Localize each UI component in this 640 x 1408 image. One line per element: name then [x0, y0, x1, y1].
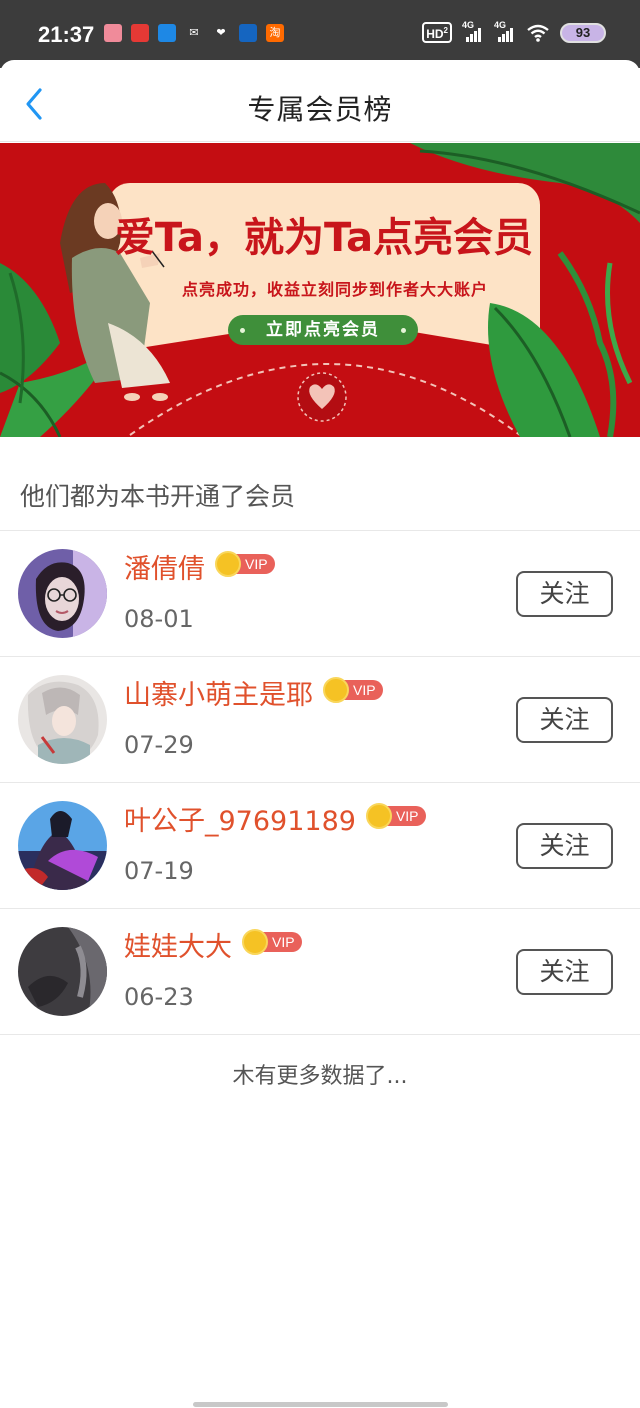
member-name-row: 山寨小萌主是耶 VIP	[124, 677, 383, 713]
app-2-icon	[131, 24, 149, 42]
light-up-vip-button[interactable]: 立即点亮会员	[228, 315, 418, 345]
member-date: 07-19	[124, 857, 194, 885]
section-title: 他们都为本书开通了会员	[20, 482, 296, 511]
member-name[interactable]: 娃娃大大	[124, 931, 232, 965]
member-row[interactable]: 山寨小萌主是耶 VIP 07-29 关注	[0, 657, 640, 783]
vip-badge: VIP	[323, 677, 383, 703]
heart-icon: ❤	[216, 26, 226, 39]
status-bar: 21:37 ✉ ❤ 淘 HD2 4G 4G 93	[0, 0, 640, 68]
vip-promo-banner[interactable]: 爱Ta，就为Ta点亮会员 点亮成功，收益立刻同步到作者大大账户 立即点亮会员	[0, 143, 640, 437]
divider	[0, 1034, 640, 1035]
vip-badge: VIP	[215, 551, 275, 577]
banner-title: 爱Ta，就为Ta点亮会员	[114, 215, 534, 261]
banner-subtitle: 点亮成功，收益立刻同步到作者大大账户	[181, 280, 488, 299]
member-row[interactable]: 潘倩倩 VIP 08-01 关注	[0, 531, 640, 657]
member-date: 08-01	[124, 605, 194, 633]
member-name[interactable]: 潘倩倩	[124, 553, 205, 587]
member-name-row: 娃娃大大 VIP	[124, 929, 302, 965]
signal-icon-1: 4G	[462, 20, 484, 42]
hd-icon: HD2	[422, 22, 452, 43]
member-name[interactable]: 叶公子_97691189	[124, 805, 356, 839]
member-name-row: 潘倩倩 VIP	[124, 551, 275, 587]
follow-button[interactable]: 关注	[516, 949, 613, 995]
battery-indicator: 93	[560, 22, 606, 43]
no-more-data-text: 木有更多数据了...	[232, 1064, 408, 1089]
home-indicator[interactable]	[193, 1402, 448, 1407]
vip-badge: VIP	[365, 803, 426, 829]
follow-button[interactable]: 关注	[516, 823, 613, 869]
avatar[interactable]	[18, 549, 107, 638]
wechat-icon: ✉	[189, 26, 199, 39]
crown-icon	[215, 551, 241, 577]
status-time: 21:37	[38, 22, 95, 47]
header-bar: 专属会员榜	[0, 60, 640, 142]
app-6-icon	[239, 24, 257, 42]
app-1-icon	[104, 24, 122, 42]
crown-icon	[323, 677, 349, 703]
member-row[interactable]: 叶公子_97691189 VIP 07-19 关注	[0, 783, 640, 909]
app-3-icon	[158, 24, 176, 42]
member-name-row: 叶公子_97691189 VIP	[124, 803, 426, 839]
crown-icon	[242, 929, 268, 955]
member-date: 07-29	[124, 731, 194, 759]
follow-button[interactable]: 关注	[516, 571, 613, 617]
signal-icon-2: 4G	[494, 20, 516, 42]
status-app-icons: ✉ ❤ 淘	[104, 24, 284, 42]
member-name[interactable]: 山寨小萌主是耶	[124, 679, 313, 713]
avatar[interactable]	[18, 927, 107, 1016]
vip-badge: VIP	[242, 929, 302, 955]
wifi-icon	[527, 24, 549, 42]
status-indicators: HD2 4G 4G 93	[422, 20, 606, 43]
page-title: 专属会员榜	[247, 93, 393, 126]
member-row[interactable]: 娃娃大大 VIP 06-23 关注	[0, 909, 640, 1035]
taobao-icon: 淘	[266, 24, 284, 42]
follow-button[interactable]: 关注	[516, 697, 613, 743]
crown-icon	[365, 803, 392, 829]
member-date: 06-23	[124, 983, 194, 1011]
avatar[interactable]	[18, 801, 107, 890]
avatar[interactable]	[18, 675, 107, 764]
